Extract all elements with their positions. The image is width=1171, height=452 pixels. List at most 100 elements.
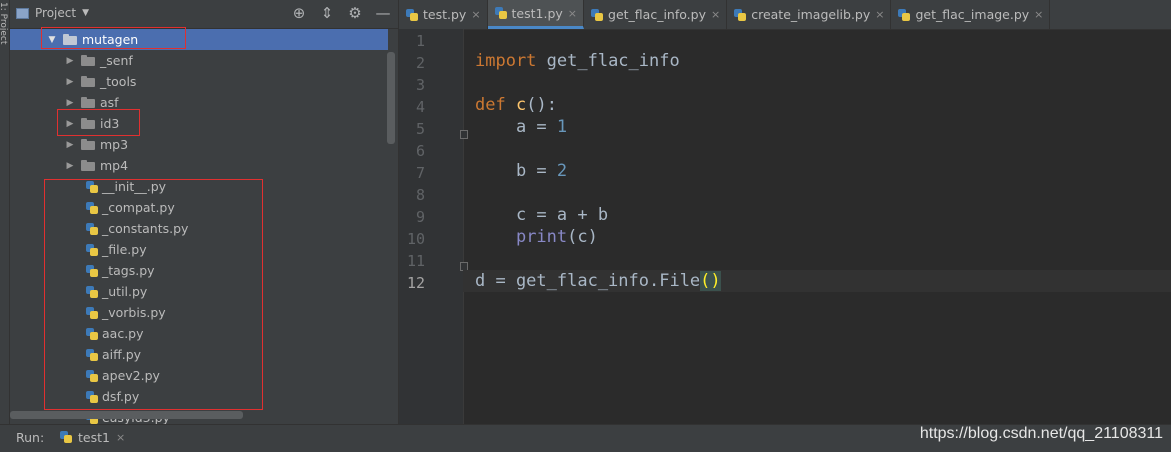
gear-icon[interactable]: ⚙: [346, 4, 364, 22]
hide-panel-icon[interactable]: —: [374, 4, 392, 22]
folder-icon: [81, 97, 95, 108]
tree-folder-mp3[interactable]: ▶ mp3: [10, 134, 388, 155]
code-text: (c): [567, 227, 598, 247]
code-line-10: print(c): [475, 226, 1171, 248]
tree-item-label: _tags.py: [102, 263, 155, 278]
close-icon[interactable]: ×: [1034, 8, 1043, 21]
tree-item-label: _constants.py: [102, 221, 189, 236]
folder-icon: [81, 55, 95, 66]
run-tab-test1[interactable]: test1 ×: [60, 425, 125, 449]
tab-create-imagelib-py[interactable]: create_imagelib.py ×: [727, 0, 892, 29]
python-file-icon: [86, 243, 98, 256]
code-text: c = a + b: [475, 205, 609, 225]
close-icon[interactable]: ×: [711, 8, 720, 21]
tree-horizontal-scrollbar[interactable]: [10, 411, 243, 419]
folder-icon: [81, 139, 95, 150]
number-literal: 2: [556, 161, 568, 181]
code-line-5: a = 1: [475, 116, 1171, 138]
collapsed-arrow-icon[interactable]: ▶: [64, 98, 76, 108]
tab-get-flac-info-py[interactable]: get_flac_info.py ×: [584, 0, 728, 29]
tab-test1-py[interactable]: test1.py ×: [487, 0, 585, 29]
project-tool-button[interactable]: 1: Project: [0, 2, 8, 44]
code-editor[interactable]: import get_flac_info def c(): a = 1 b = …: [463, 29, 1171, 424]
tab-label: get_flac_info.py: [608, 7, 706, 22]
line-number: 2: [415, 54, 425, 72]
fold-open-icon[interactable]: [460, 130, 468, 139]
collapsed-arrow-icon[interactable]: ▶: [64, 140, 76, 150]
line-number-gutter[interactable]: 1 2 3 4 5 6 7 8 9 10 11 12: [399, 29, 468, 424]
tree-item-label: mp3: [100, 137, 129, 152]
line-number: 10: [406, 230, 425, 248]
code-line-7: b = 2: [475, 160, 1171, 182]
tree-folder-mutagen[interactable]: ▼ mutagen: [10, 29, 388, 50]
tree-item-label: apev2.py: [102, 368, 160, 383]
code-line-12-current: d = get_flac_info.File(): [463, 270, 1171, 292]
line-number: 3: [415, 76, 425, 94]
python-file-icon: [734, 8, 747, 21]
tree-file[interactable]: _compat.py: [10, 197, 388, 218]
tree-file[interactable]: dsf.py: [10, 386, 388, 407]
tree-file[interactable]: _tags.py: [10, 260, 388, 281]
python-file-icon: [86, 306, 98, 319]
locate-file-icon[interactable]: ⊕: [290, 4, 308, 22]
python-file-icon: [86, 390, 98, 403]
tree-file[interactable]: _vorbis.py: [10, 302, 388, 323]
tree-item-label: _senf: [100, 53, 133, 68]
tab-get-flac-image-py[interactable]: get_flac_image.py ×: [891, 0, 1051, 29]
collapsed-arrow-icon[interactable]: ▶: [64, 77, 76, 87]
python-file-icon: [86, 264, 98, 277]
tree-item-label: aac.py: [102, 326, 144, 341]
close-icon[interactable]: ×: [568, 7, 577, 20]
tree-file[interactable]: _util.py: [10, 281, 388, 302]
close-icon[interactable]: ×: [471, 8, 480, 21]
tree-folder-tools[interactable]: ▶ _tools: [10, 71, 388, 92]
python-file-icon: [591, 8, 604, 21]
keyword-import: import: [475, 51, 537, 71]
folder-icon: [81, 76, 95, 87]
tree-vertical-scrollbar[interactable]: [387, 52, 395, 144]
tree-folder-senf[interactable]: ▶ _senf: [10, 50, 388, 71]
line-number: 4: [415, 98, 425, 116]
line-number: 7: [415, 164, 425, 182]
code-text: get_flac_info: [536, 51, 680, 71]
editor-tab-bar: test.py × test1.py × get_flac_info.py × …: [399, 0, 1171, 30]
tree-item-label: _util.py: [102, 284, 148, 299]
python-file-icon: [86, 201, 98, 214]
collapsed-arrow-icon[interactable]: ▶: [64, 161, 76, 171]
tree-file[interactable]: _constants.py: [10, 218, 388, 239]
tree-file[interactable]: _file.py: [10, 239, 388, 260]
tree-folder-asf[interactable]: ▶ asf: [10, 92, 388, 113]
builtin-print: print: [515, 227, 568, 247]
tab-test-py[interactable]: test.py ×: [399, 0, 488, 29]
tree-folder-id3[interactable]: ▶ id3: [10, 113, 388, 134]
watermark-text: https://blog.csdn.net/qq_21108311: [919, 425, 1163, 442]
tab-label: test.py: [423, 7, 467, 22]
collapse-all-icon[interactable]: ⇕: [318, 4, 336, 22]
tab-label: get_flac_image.py: [915, 7, 1030, 22]
project-view-selector[interactable]: Project ▼: [16, 6, 89, 20]
tree-folder-mp4[interactable]: ▶ mp4: [10, 155, 388, 176]
expanded-arrow-icon[interactable]: ▼: [46, 35, 58, 45]
project-icon: [16, 7, 29, 19]
tree-file[interactable]: aiff.py: [10, 344, 388, 365]
line-number: 6: [415, 142, 425, 160]
folder-icon: [63, 34, 77, 45]
run-tab-label: test1: [78, 429, 110, 445]
code-text: a =: [475, 117, 557, 137]
close-icon[interactable]: ×: [116, 431, 125, 444]
code-text: b =: [475, 161, 557, 181]
tree-file[interactable]: aac.py: [10, 323, 388, 344]
project-panel: Project ▼ ⊕ ⇕ ⚙ — ▼ mutagen ▶ _senf ▶ _t…: [10, 0, 398, 424]
collapsed-arrow-icon[interactable]: ▶: [64, 56, 76, 66]
project-panel-toolbar: ⊕ ⇕ ⚙ —: [290, 4, 392, 22]
line-number-current: 12: [406, 274, 425, 292]
line-number: 1: [415, 32, 425, 50]
collapsed-arrow-icon[interactable]: ▶: [64, 119, 76, 129]
tree-file[interactable]: __init__.py: [10, 176, 388, 197]
python-file-icon: [898, 8, 911, 21]
tree-item-label: mp4: [100, 158, 129, 173]
tree-file[interactable]: apev2.py: [10, 365, 388, 386]
close-icon[interactable]: ×: [875, 8, 884, 21]
run-label: Run:: [16, 430, 45, 445]
